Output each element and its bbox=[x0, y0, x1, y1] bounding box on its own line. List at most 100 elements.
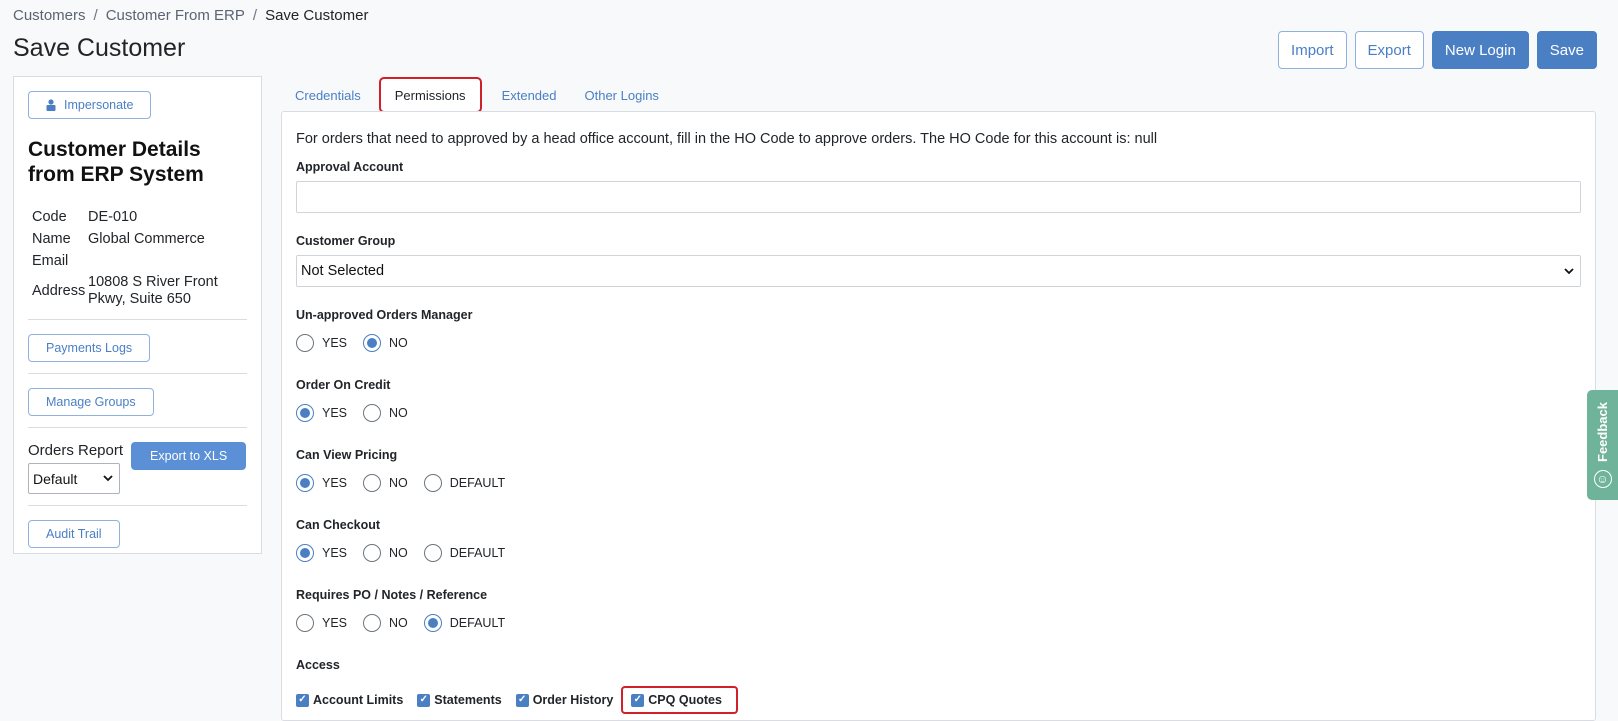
manage-groups-button[interactable]: Manage Groups bbox=[28, 388, 154, 416]
detail-value: Global Commerce bbox=[88, 231, 205, 247]
checkbox-label: Statements bbox=[434, 693, 502, 707]
can-view-pricing-yes[interactable]: YES bbox=[296, 474, 347, 492]
checkbox-checked[interactable]: ✓ bbox=[631, 693, 645, 707]
customer-group-label: Customer Group bbox=[296, 234, 396, 248]
customer-details-title: Customer Details from ERP System bbox=[28, 138, 204, 186]
access-cpq-quotes[interactable]: ✓ CPQ Quotes bbox=[621, 686, 738, 714]
radio-label: YES bbox=[322, 336, 348, 350]
can-view-pricing-no[interactable]: NO bbox=[363, 474, 408, 492]
can-checkout-default[interactable]: DEFAULT bbox=[423, 544, 505, 562]
radio-button[interactable] bbox=[296, 614, 314, 632]
export-button[interactable]: Export bbox=[1354, 31, 1424, 69]
radio-label: YES bbox=[322, 476, 348, 490]
radio-label: YES bbox=[322, 616, 348, 630]
import-button[interactable]: Import bbox=[1278, 31, 1347, 69]
orders-report-value: Default bbox=[33, 470, 78, 487]
checkbox-checked[interactable]: ✓ bbox=[296, 693, 309, 707]
detail-row-name: Name Global Commerce bbox=[28, 231, 247, 248]
divider bbox=[28, 319, 247, 320]
chevron-down-icon bbox=[103, 475, 113, 482]
radio-label: YES bbox=[322, 546, 348, 560]
detail-value bbox=[88, 253, 247, 269]
tab-other-logins[interactable]: Other Logins bbox=[571, 78, 673, 112]
requires-po-yes[interactable]: YES bbox=[296, 614, 347, 632]
can-checkout-yes[interactable]: YES bbox=[296, 544, 347, 562]
radio-button[interactable] bbox=[363, 334, 382, 352]
radio-button[interactable] bbox=[296, 544, 314, 562]
requires-po-default[interactable]: DEFAULT bbox=[423, 614, 505, 632]
unapproved-manager-label: Un-approved Orders Manager bbox=[296, 308, 473, 322]
can-view-pricing-label: Can View Pricing bbox=[296, 448, 398, 462]
detail-key: Email bbox=[32, 253, 69, 269]
order-on-credit-label: Order On Credit bbox=[296, 378, 391, 392]
radio-label: DEFAULT bbox=[449, 476, 506, 490]
breadcrumb-customers[interactable]: Customers bbox=[13, 7, 86, 24]
page-title: Save Customer bbox=[13, 34, 186, 62]
radio-label: NO bbox=[389, 336, 408, 350]
impersonate-button[interactable]: Impersonate bbox=[28, 91, 152, 119]
feedback-label: Feedback bbox=[1595, 402, 1610, 462]
radio-label: NO bbox=[389, 546, 408, 560]
order-on-credit-no[interactable]: NO bbox=[363, 404, 408, 422]
access-statements[interactable]: ✓ Statements bbox=[417, 693, 502, 707]
ho-code-intro: For orders that need to approved by a he… bbox=[296, 131, 1158, 147]
radio-button[interactable] bbox=[296, 474, 314, 492]
customer-group-value: Not Selected bbox=[301, 263, 385, 279]
radio-button[interactable] bbox=[423, 614, 442, 632]
divider bbox=[28, 373, 247, 374]
checkbox-label: CPQ Quotes bbox=[648, 693, 722, 707]
requires-po-no[interactable]: NO bbox=[363, 614, 408, 632]
tab-permissions[interactable]: Permissions bbox=[378, 77, 482, 113]
checkbox-checked[interactable]: ✓ bbox=[515, 693, 529, 707]
customer-group-select[interactable]: Not Selected bbox=[296, 255, 1581, 287]
audit-trail-button[interactable]: Audit Trail bbox=[28, 520, 120, 548]
approval-account-label: Approval Account bbox=[296, 160, 404, 174]
access-label: Access bbox=[296, 658, 340, 672]
breadcrumb-customer-from-erp[interactable]: Customer From ERP bbox=[106, 7, 245, 24]
radio-button[interactable] bbox=[296, 404, 314, 422]
radio-button[interactable] bbox=[363, 404, 382, 422]
save-button[interactable]: Save bbox=[1536, 31, 1597, 69]
breadcrumb-current: Save Customer bbox=[265, 7, 369, 24]
radio-button[interactable] bbox=[363, 544, 382, 562]
detail-key: Address bbox=[32, 283, 86, 299]
payments-logs-button[interactable]: Payments Logs bbox=[28, 334, 151, 362]
approval-account-input[interactable] bbox=[296, 181, 1581, 213]
export-to-xls-button[interactable]: Export to XLS bbox=[131, 442, 247, 470]
detail-value: DE-010 bbox=[88, 209, 138, 225]
orders-report-select[interactable]: Default bbox=[28, 463, 120, 494]
checkbox-checked[interactable]: ✓ bbox=[417, 693, 431, 707]
unapproved-manager-radios: YES NO bbox=[296, 329, 1581, 357]
radio-button[interactable] bbox=[296, 334, 314, 352]
radio-label: YES bbox=[322, 406, 348, 420]
can-checkout-label: Can Checkout bbox=[296, 518, 381, 532]
order-on-credit-yes[interactable]: YES bbox=[296, 404, 347, 422]
divider bbox=[28, 505, 247, 506]
feedback-tab[interactable]: Feedback ☺ bbox=[1587, 390, 1618, 500]
divider bbox=[28, 427, 247, 428]
orders-report: Orders Report Default Export to XLS bbox=[28, 442, 247, 494]
can-view-pricing-default[interactable]: DEFAULT bbox=[423, 474, 506, 492]
unapproved-manager-yes[interactable]: YES bbox=[296, 334, 347, 352]
can-checkout-no[interactable]: NO bbox=[363, 544, 408, 562]
radio-button[interactable] bbox=[423, 474, 442, 492]
radio-button[interactable] bbox=[363, 474, 382, 492]
tab-extended[interactable]: Extended bbox=[488, 78, 571, 112]
detail-key: Name bbox=[32, 231, 71, 247]
checkbox-label: Account Limits bbox=[313, 693, 404, 707]
tab-credentials[interactable]: Credentials bbox=[281, 78, 375, 112]
radio-button[interactable] bbox=[423, 544, 442, 562]
orders-report-label: Orders Report bbox=[28, 442, 124, 459]
access-order-history[interactable]: ✓ Order History bbox=[515, 693, 614, 707]
detail-row-code: Code DE-010 bbox=[28, 209, 247, 226]
can-view-pricing-radios: YES NO DEFAULT bbox=[296, 469, 1581, 497]
new-login-button[interactable]: New Login bbox=[1431, 31, 1529, 69]
user-lock-icon bbox=[46, 99, 56, 111]
checkbox-label: Order History bbox=[532, 693, 614, 707]
radio-button[interactable] bbox=[363, 614, 382, 632]
unapproved-manager-no[interactable]: NO bbox=[363, 334, 408, 352]
tabs: Credentials Permissions Extended Other L… bbox=[281, 77, 673, 113]
radio-label: NO bbox=[389, 476, 408, 490]
access-account-limits[interactable]: ✓ Account Limits bbox=[296, 693, 403, 707]
detail-row-email: Email bbox=[28, 253, 247, 269]
